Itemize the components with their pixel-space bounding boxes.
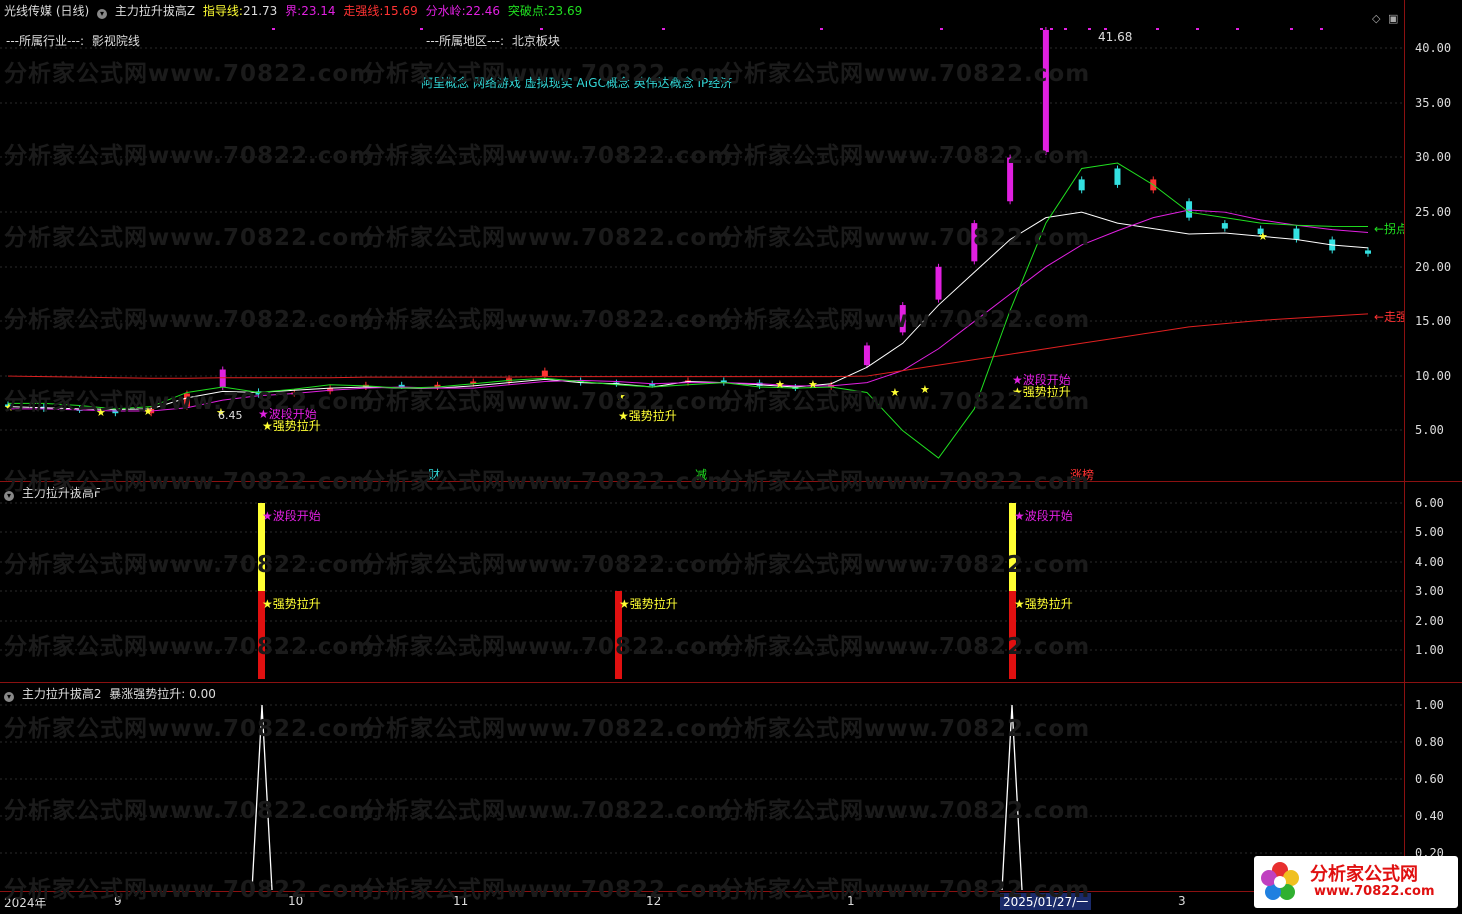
- watermark: 分析家公式网www.70822.com: [720, 716, 1091, 742]
- watermark: 分析家公式网www.70822.com: [4, 877, 375, 903]
- watermark: 分析家公式网www.70822.com: [362, 143, 733, 169]
- watermark: 分析家公式网www.70822.com: [362, 552, 733, 578]
- pane3-tick-1: 1.00: [1415, 698, 1444, 712]
- watermark: 分析家公式网www.70822.com: [4, 469, 375, 495]
- watermark: 分析家公式网www.70822.com: [4, 552, 375, 578]
- brand-name: 分析家公式网: [1310, 864, 1418, 885]
- main-tick-25: 25.00: [1415, 205, 1452, 219]
- candle: [863, 345, 870, 366]
- watermark: 分析家公式网www.70822.com: [4, 716, 375, 742]
- time-label-3: 3: [1178, 894, 1186, 908]
- watermark: 分析家公式网www.70822.com: [362, 877, 733, 903]
- pane2-tick-5: 5.00: [1415, 525, 1444, 539]
- pane2-strong-rise-2: ★强势拉升: [619, 597, 678, 611]
- candle: [1365, 250, 1371, 254]
- pane2-wave-start-2: ★波段开始: [1014, 509, 1073, 523]
- pane2-tick-4: 4.00: [1415, 555, 1444, 569]
- watermark: 分析家公式网www.70822.com: [720, 143, 1091, 169]
- main-tick-10: 10.00: [1415, 369, 1452, 383]
- watermark: 分析家公式网www.70822.com: [4, 143, 375, 169]
- main-tick-30: 30.00: [1415, 150, 1452, 164]
- candle: [1078, 179, 1085, 191]
- brand-url: www.70822.com: [1314, 884, 1435, 899]
- watermark: 分析家公式网www.70822.com: [362, 389, 733, 415]
- watermark: 分析家公式网www.70822.com: [720, 798, 1091, 824]
- brand-logo: 分析家公式网 www.70822.com: [1254, 856, 1458, 908]
- top-dots: [272, 28, 1323, 30]
- watermark: 分析家公式网www.70822.com: [362, 634, 733, 660]
- pane2-wave-start-1: ★波段开始: [262, 509, 321, 523]
- watermark: 分析家公式网www.70822.com: [362, 225, 733, 251]
- watermark: 分析家公式网www.70822.com: [4, 61, 375, 87]
- high-price-label: 41.68: [1098, 30, 1133, 44]
- watermark: 分析家公式网www.70822.com: [4, 225, 375, 251]
- flower-logo-icon: [1261, 862, 1299, 900]
- watermark: 分析家公式网www.70822.com: [720, 634, 1091, 660]
- pane3-tick-06: 0.60: [1415, 772, 1444, 786]
- watermark: 分析家公式网www.70822.com: [720, 877, 1091, 903]
- candle: [1114, 168, 1121, 185]
- pane3-tick-04: 0.40: [1415, 809, 1444, 823]
- watermark: 分析家公式网www.70822.com: [720, 469, 1091, 495]
- watermark: 分析家公式网www.70822.com: [720, 61, 1091, 87]
- pane2-tick-2: 2.00: [1415, 614, 1444, 628]
- candle: [935, 266, 942, 300]
- pane2-tick-3: 3.00: [1415, 584, 1444, 598]
- watermark: 分析家公式网www.70822.com: [362, 61, 733, 87]
- right-label-strong: ←走强: [1374, 310, 1404, 324]
- candle: [1186, 201, 1193, 218]
- pane2-strong-rise-3: ★强势拉升: [1014, 597, 1073, 611]
- watermark: 分析家公式网www.70822.com: [4, 307, 375, 333]
- watermark: 分析家公式网www.70822.com: [4, 798, 375, 824]
- watermark: 分析家公式网www.70822.com: [362, 307, 733, 333]
- candle: [1293, 228, 1300, 240]
- main-tick-15: 15.00: [1415, 314, 1452, 328]
- pane3-tick-08: 0.80: [1415, 735, 1444, 749]
- pane2-tick-6: 6.00: [1415, 496, 1444, 510]
- main-price-axis: 40.00 35.00 30.00 25.00 20.00 15.00 10.0…: [1404, 0, 1462, 483]
- candle: [1221, 223, 1228, 229]
- right-label-turn: ←拐点: [1374, 222, 1404, 236]
- candle: [541, 370, 548, 377]
- watermark: 分析家公式网www.70822.com: [362, 469, 733, 495]
- main-tick-5: 5.00: [1415, 423, 1444, 437]
- main-tick-40: 40.00: [1415, 41, 1452, 55]
- candle: [1042, 29, 1049, 153]
- watermark: 分析家公式网www.70822.com: [720, 307, 1091, 333]
- pane2-tick-1: 1.00: [1415, 643, 1444, 657]
- pane2-axis: 6.00 5.00 4.00 3.00 2.00 1.00: [1404, 482, 1462, 682]
- pane2-strong-rise-1: ★强势拉升: [262, 597, 321, 611]
- watermark: 分析家公式网www.70822.com: [720, 552, 1091, 578]
- watermark: 分析家公式网www.70822.com: [720, 225, 1091, 251]
- main-tick-35: 35.00: [1415, 96, 1452, 110]
- main-strong-rise-1: ★强势拉升: [262, 419, 321, 433]
- main-tick-20: 20.00: [1415, 260, 1452, 274]
- watermark: 分析家公式网www.70822.com: [4, 634, 375, 660]
- watermark: 分析家公式网www.70822.com: [362, 716, 733, 742]
- svg-text:★: ★: [1258, 230, 1268, 243]
- watermark: 分析家公式网www.70822.com: [362, 798, 733, 824]
- watermark: 分析家公式网www.70822.com: [720, 389, 1091, 415]
- watermark: 分析家公式网www.70822.com: [4, 389, 375, 415]
